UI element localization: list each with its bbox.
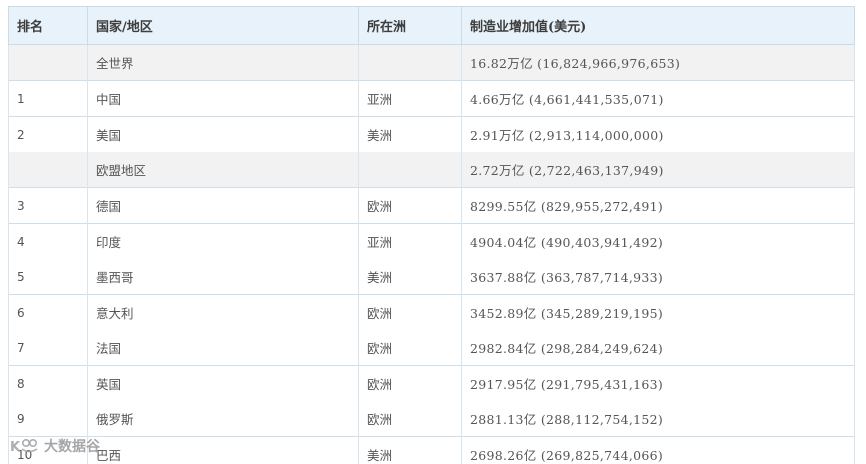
header-country[interactable]: 国家/地区 bbox=[87, 6, 359, 45]
cell-value: 3637.88亿 (363,787,714,933) bbox=[461, 259, 855, 295]
cell-continent: 欧洲 bbox=[358, 187, 462, 224]
cell-rank: 5 bbox=[8, 259, 88, 295]
cell-continent: 美洲 bbox=[358, 436, 462, 464]
cell-country: 意大利 bbox=[87, 294, 359, 330]
cell-rank: 7 bbox=[8, 330, 88, 366]
cell-country: 墨西哥 bbox=[87, 259, 359, 295]
cell-value: 4904.04亿 (490,403,941,492) bbox=[461, 223, 855, 259]
table-row: 6 意大利 欧洲 3452.89亿 (345,289,219,195) bbox=[8, 294, 855, 330]
cell-country: 德国 bbox=[87, 187, 359, 224]
cell-value: 2917.95亿 (291,795,431,163) bbox=[461, 365, 855, 401]
cell-rank bbox=[8, 152, 88, 188]
cell-continent: 欧洲 bbox=[358, 294, 462, 330]
cell-country: 印度 bbox=[87, 223, 359, 259]
cell-continent: 亚洲 bbox=[358, 80, 462, 117]
cell-rank: 4 bbox=[8, 223, 88, 259]
cell-country: 全世界 bbox=[87, 44, 359, 81]
cell-rank: 10 bbox=[8, 436, 88, 464]
cell-continent: 亚洲 bbox=[358, 223, 462, 259]
table-row: 8 英国 欧洲 2917.95亿 (291,795,431,163) bbox=[8, 365, 855, 401]
cell-value: 16.82万亿 (16,824,966,976,653) bbox=[461, 44, 855, 81]
cell-continent bbox=[358, 152, 462, 188]
cell-rank: 3 bbox=[8, 187, 88, 224]
cell-rank: 1 bbox=[8, 80, 88, 117]
header-value[interactable]: 制造业增加值(美元) bbox=[461, 6, 855, 45]
cell-rank: 8 bbox=[8, 365, 88, 401]
table-row: 4 印度 亚洲 4904.04亿 (490,403,941,492) bbox=[8, 223, 855, 259]
cell-continent: 欧洲 bbox=[358, 365, 462, 401]
cell-rank: 6 bbox=[8, 294, 88, 330]
cell-rank: 2 bbox=[8, 116, 88, 152]
cell-continent bbox=[358, 44, 462, 81]
cell-country: 英国 bbox=[87, 365, 359, 401]
table-row: 5 墨西哥 美洲 3637.88亿 (363,787,714,933) bbox=[8, 259, 855, 295]
cell-value: 2698.26亿 (269,825,744,066) bbox=[461, 436, 855, 464]
table-row: 2 美国 美洲 2.91万亿 (2,913,114,000,000) bbox=[8, 116, 855, 152]
cell-value: 2982.84亿 (298,284,249,624) bbox=[461, 330, 855, 366]
cell-value: 2881.13亿 (288,112,754,152) bbox=[461, 401, 855, 437]
cell-country: 美国 bbox=[87, 116, 359, 152]
cell-continent: 美洲 bbox=[358, 259, 462, 295]
cell-continent: 欧洲 bbox=[358, 401, 462, 437]
table-row: 7 法国 欧洲 2982.84亿 (298,284,249,624) bbox=[8, 330, 855, 366]
cell-value: 4.66万亿 (4,661,441,535,071) bbox=[461, 80, 855, 117]
table-row: 9 俄罗斯 欧洲 2881.13亿 (288,112,754,152) bbox=[8, 401, 855, 437]
cell-value: 2.72万亿 (2,722,463,137,949) bbox=[461, 152, 855, 188]
cell-value: 8299.55亿 (829,955,272,491) bbox=[461, 187, 855, 224]
table-row: 3 德国 欧洲 8299.55亿 (829,955,272,491) bbox=[8, 187, 855, 224]
table-row: 全世界 16.82万亿 (16,824,966,976,653) bbox=[8, 44, 855, 81]
cell-country: 中国 bbox=[87, 80, 359, 117]
header-continent[interactable]: 所在洲 bbox=[358, 6, 462, 45]
cell-continent: 美洲 bbox=[358, 116, 462, 152]
cell-value: 2.91万亿 (2,913,114,000,000) bbox=[461, 116, 855, 152]
cell-country: 欧盟地区 bbox=[87, 152, 359, 188]
cell-country: 巴西 bbox=[87, 436, 359, 464]
table-body: 全世界 16.82万亿 (16,824,966,976,653) 1 中国 亚洲 4.66… bbox=[8, 44, 855, 464]
table-row: 欧盟地区 2.72万亿 (2,722,463,137,949) bbox=[8, 152, 855, 188]
cell-rank bbox=[8, 44, 88, 81]
data-table-container: 排名 国家/地区 所在洲 制造业增加值(美元) 全世界 16.82万亿 (16,8… bbox=[8, 6, 855, 464]
cell-country: 法国 bbox=[87, 330, 359, 366]
header-rank[interactable]: 排名 bbox=[8, 6, 88, 45]
table-row: 10 巴西 美洲 2698.26亿 (269,825,744,066) bbox=[8, 436, 855, 464]
manufacturing-value-table: 排名 国家/地区 所在洲 制造业增加值(美元) 全世界 16.82万亿 (16,8… bbox=[8, 6, 855, 464]
cell-value: 3452.89亿 (345,289,219,195) bbox=[461, 294, 855, 330]
cell-country: 俄罗斯 bbox=[87, 401, 359, 437]
table-row: 1 中国 亚洲 4.66万亿 (4,661,441,535,071) bbox=[8, 80, 855, 117]
table-header-row: 排名 国家/地区 所在洲 制造业增加值(美元) bbox=[8, 6, 855, 45]
cell-continent: 欧洲 bbox=[358, 330, 462, 366]
cell-rank: 9 bbox=[8, 401, 88, 437]
